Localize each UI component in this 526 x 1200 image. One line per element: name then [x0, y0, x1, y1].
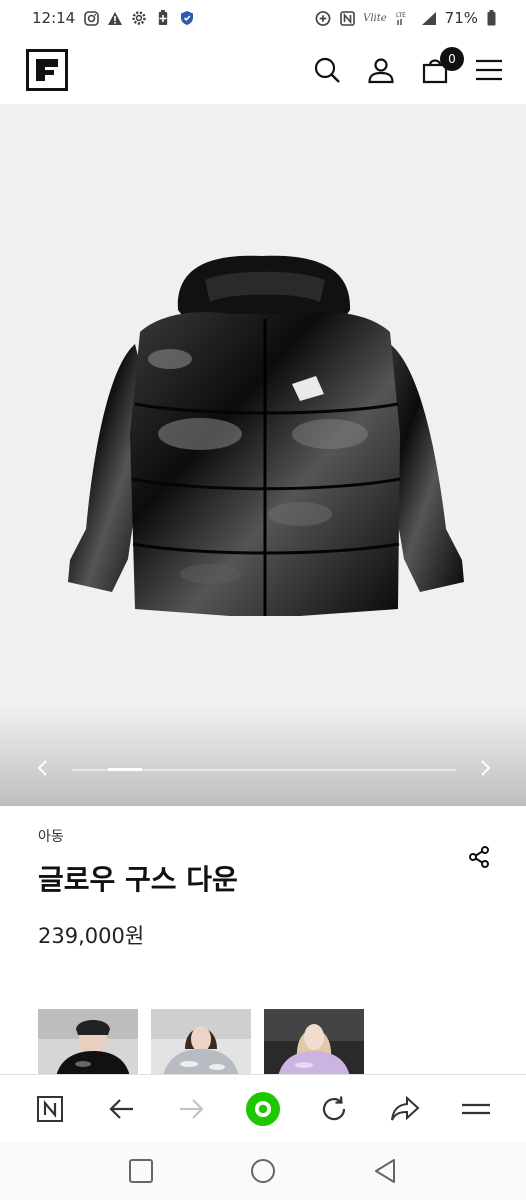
carousel-next-button[interactable] — [476, 756, 496, 780]
back-arrow-icon[interactable] — [103, 1091, 139, 1127]
share-icon[interactable] — [387, 1091, 423, 1127]
volte-icon: LTE — [395, 10, 413, 26]
product-price: 239,000원 — [38, 924, 145, 948]
home-green-icon[interactable] — [245, 1091, 281, 1127]
header-icons: 0 — [312, 47, 504, 85]
menu-icon[interactable] — [474, 55, 504, 85]
thumbnail-black-jacket[interactable] — [38, 1009, 138, 1077]
status-time: 12:14 — [32, 9, 76, 27]
cart-icon[interactable]: 0 — [420, 47, 464, 85]
product-category[interactable]: 아동 — [38, 826, 64, 846]
system-nav-bar — [0, 1142, 526, 1200]
search-icon[interactable] — [312, 55, 342, 85]
account-icon[interactable] — [366, 55, 396, 85]
carrier-label: Vlite — [363, 12, 387, 24]
battery-icon — [486, 10, 496, 26]
browser-toolbar — [0, 1074, 526, 1142]
svg-text:LTE: LTE — [396, 12, 406, 19]
product-image-carousel[interactable] — [0, 104, 526, 806]
forward-arrow-icon — [174, 1091, 210, 1127]
share-icon[interactable] — [464, 842, 494, 872]
battery-saver-icon — [155, 10, 171, 26]
product-title: 글로우 구스 다운 — [38, 863, 238, 896]
carousel-progress-indicator — [108, 768, 142, 771]
instagram-icon — [83, 10, 99, 26]
fila-logo[interactable] — [26, 49, 68, 91]
carousel-prev-button[interactable] — [32, 756, 52, 780]
hero-fade — [0, 706, 526, 806]
home-icon[interactable] — [245, 1153, 281, 1189]
battery-percent: 71% — [444, 9, 478, 27]
cart-count-badge: 0 — [440, 47, 464, 71]
back-nav-icon[interactable] — [367, 1153, 403, 1189]
status-left: 12:14 — [32, 9, 195, 27]
carousel-progress — [72, 768, 456, 771]
menu-icon[interactable] — [458, 1091, 494, 1127]
signal-icon — [421, 10, 437, 26]
nfc-icon — [339, 10, 355, 26]
warning-icon — [107, 10, 123, 26]
reload-icon[interactable] — [316, 1091, 352, 1127]
related-thumbnails — [38, 1009, 364, 1077]
thumbnail-silver-jacket[interactable] — [151, 1009, 251, 1077]
site-header: 0 — [0, 36, 526, 104]
settings-icon — [131, 10, 147, 26]
thumbnail-lilac-jacket[interactable] — [264, 1009, 364, 1077]
product-image — [68, 255, 464, 616]
data-saver-icon — [315, 10, 331, 26]
shield-icon — [179, 10, 195, 26]
naver-icon[interactable] — [32, 1091, 68, 1127]
status-bar: 12:14 Vlite LTE 71% — [0, 0, 526, 36]
recent-apps-icon[interactable] — [123, 1153, 159, 1189]
status-right: Vlite LTE 71% — [315, 9, 496, 27]
